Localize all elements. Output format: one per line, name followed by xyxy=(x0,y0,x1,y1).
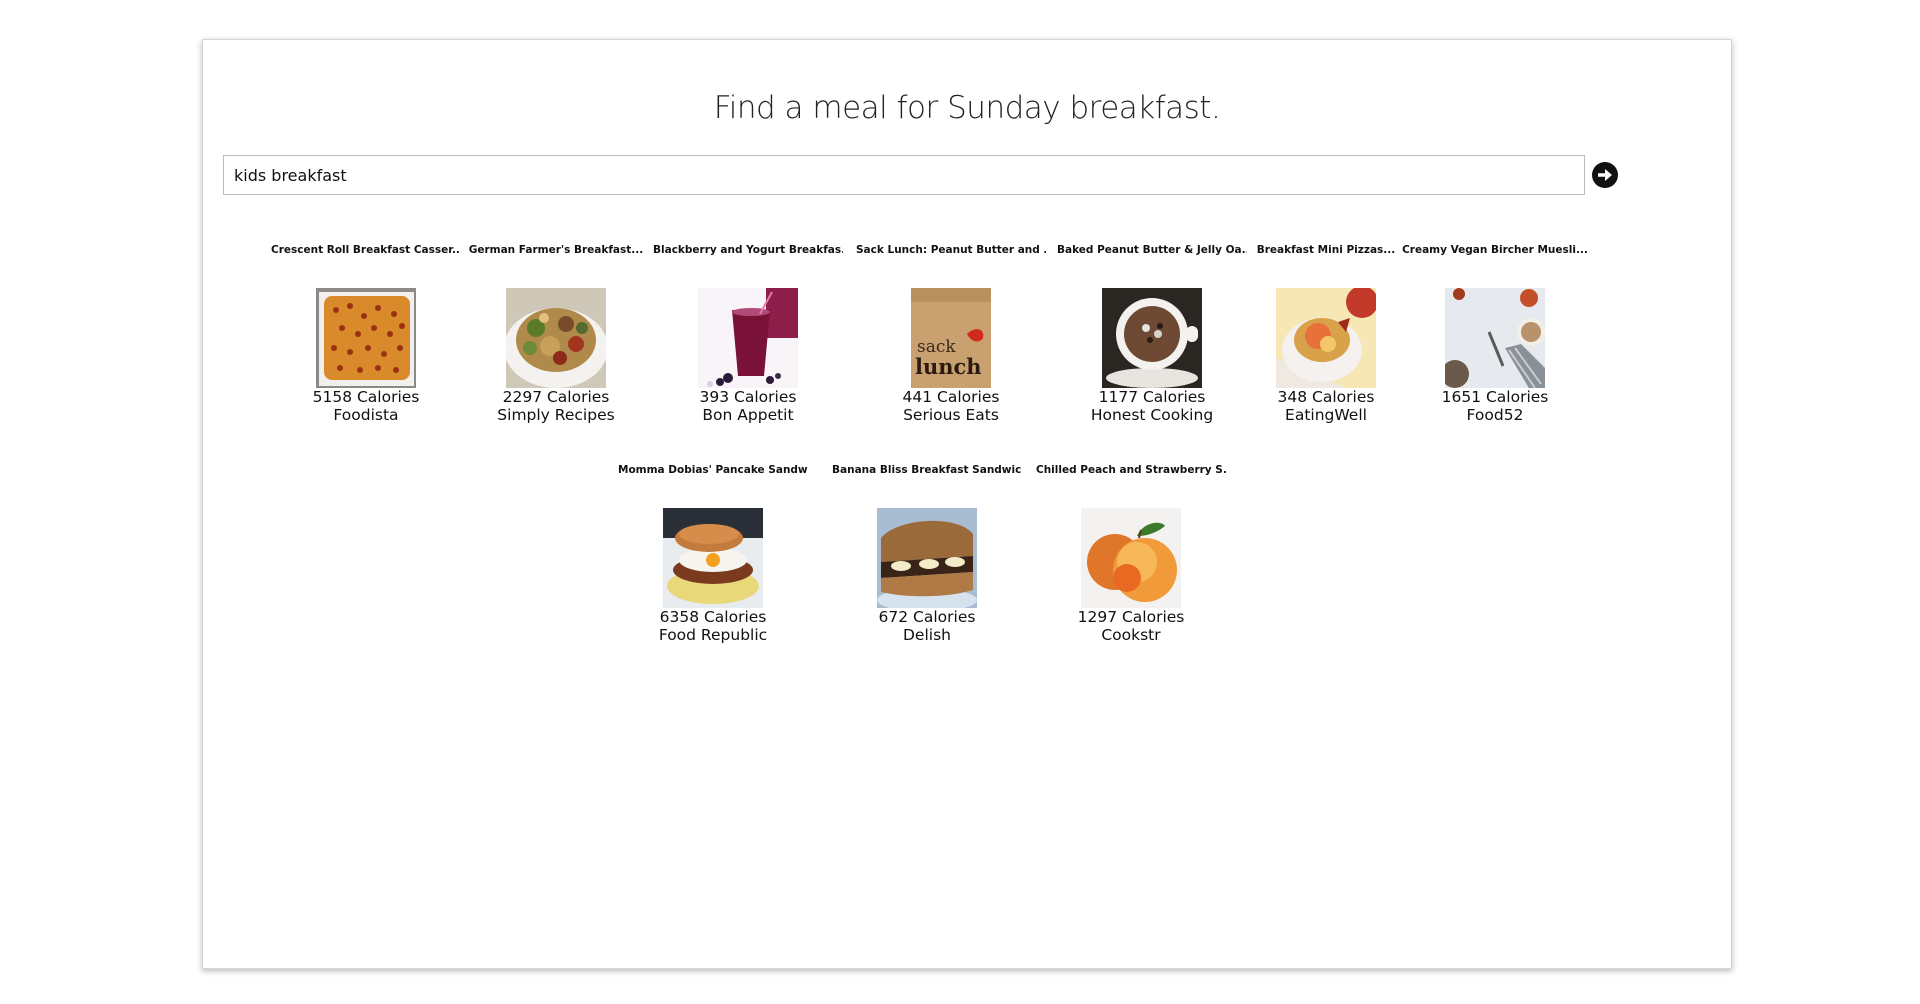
muesli-photo xyxy=(1445,288,1545,388)
calorie-count: 6358 Calories xyxy=(659,608,767,626)
farmers-breakfast-photo xyxy=(506,288,606,388)
recipe-source: EatingWell xyxy=(1285,406,1367,424)
oatmeal-cup-photo xyxy=(1102,288,1202,388)
recipe-name: Creamy Vegan Bircher Muesli... xyxy=(1402,244,1588,256)
result-card[interactable]: Baked Peanut Butter & Jelly Oa... 1177 C… xyxy=(1057,243,1247,424)
recipe-name: German Farmer's Breakfast... xyxy=(468,244,644,256)
recipe-name: Chilled Peach and Strawberry S... xyxy=(1036,464,1226,476)
casserole-photo xyxy=(316,288,416,388)
svg-text:lunch: lunch xyxy=(915,354,982,379)
calorie-count: 672 Calories xyxy=(878,608,976,626)
result-card[interactable]: Momma Dobias' Pancake Sandwich... 6358 C… xyxy=(618,463,808,644)
result-card[interactable]: Creamy Vegan Bircher Muesli... 1651 Calo… xyxy=(1400,243,1590,424)
recipe-name: Momma Dobias' Pancake Sandwich... xyxy=(618,464,808,476)
meal-finder-panel: Find a meal for Sunday breakfast. Cresce… xyxy=(202,39,1732,969)
recipe-name: Crescent Roll Breakfast Casser... xyxy=(271,244,461,256)
result-card[interactable]: Blackberry and Yogurt Breakfas... 393 Ca… xyxy=(653,243,843,424)
search-input[interactable] xyxy=(223,155,1585,195)
recipe-source: Serious Eats xyxy=(903,406,999,424)
sack-lunch-photo: sack lunch xyxy=(901,288,1001,388)
search-submit-button[interactable] xyxy=(1591,161,1619,189)
calorie-count: 348 Calories xyxy=(1277,388,1375,406)
mini-pizza-photo xyxy=(1276,288,1376,388)
result-card[interactable]: Banana Bliss Breakfast Sandwic... 672 Ca… xyxy=(832,463,1022,644)
calorie-count: 1297 Calories xyxy=(1077,608,1185,626)
recipe-name: Sack Lunch: Peanut Butter and ... xyxy=(856,244,1046,256)
result-card[interactable]: Crescent Roll Breakfast Casser... 5158 C… xyxy=(271,243,461,424)
peach-photo xyxy=(1081,508,1181,608)
result-card[interactable]: Breakfast Mini Pizzas... 348 Calories Ea… xyxy=(1231,243,1421,424)
arrow-circle-right-icon xyxy=(1592,162,1618,188)
calorie-count: 1651 Calories xyxy=(1441,388,1549,406)
recipe-source: Bon Appetit xyxy=(702,406,794,424)
recipe-source: Food Republic xyxy=(658,626,768,644)
calorie-count: 393 Calories xyxy=(699,388,797,406)
page-title: Find a meal for Sunday breakfast. xyxy=(713,90,1221,126)
recipe-source: Food52 xyxy=(1466,406,1524,424)
smoothie-photo xyxy=(698,288,798,388)
result-card[interactable]: Sack Lunch: Peanut Butter and ... sack l… xyxy=(856,243,1046,424)
calorie-count: 2297 Calories xyxy=(502,388,610,406)
recipe-name: Blackberry and Yogurt Breakfas... xyxy=(653,244,843,256)
banana-sandwich-photo xyxy=(877,508,977,608)
recipe-name: Breakfast Mini Pizzas... xyxy=(1256,244,1396,256)
pancake-sandwich-photo xyxy=(663,508,763,608)
result-card[interactable]: German Farmer's Breakfast... 2297 Calori… xyxy=(461,243,651,424)
recipe-source: Foodista xyxy=(333,406,399,424)
calorie-count: 1177 Calories xyxy=(1098,388,1206,406)
recipe-source: Cookstr xyxy=(1101,626,1161,644)
calorie-count: 5158 Calories xyxy=(312,388,420,406)
recipe-source: Delish xyxy=(903,626,951,644)
recipe-source: Simply Recipes xyxy=(497,406,615,424)
recipe-name: Banana Bliss Breakfast Sandwic... xyxy=(832,464,1022,476)
calorie-count: 441 Calories xyxy=(902,388,1000,406)
result-card[interactable]: Chilled Peach and Strawberry S... 1297 C… xyxy=(1036,463,1226,644)
recipe-source: Honest Cooking xyxy=(1090,406,1214,424)
recipe-name: Baked Peanut Butter & Jelly Oa... xyxy=(1057,244,1247,256)
